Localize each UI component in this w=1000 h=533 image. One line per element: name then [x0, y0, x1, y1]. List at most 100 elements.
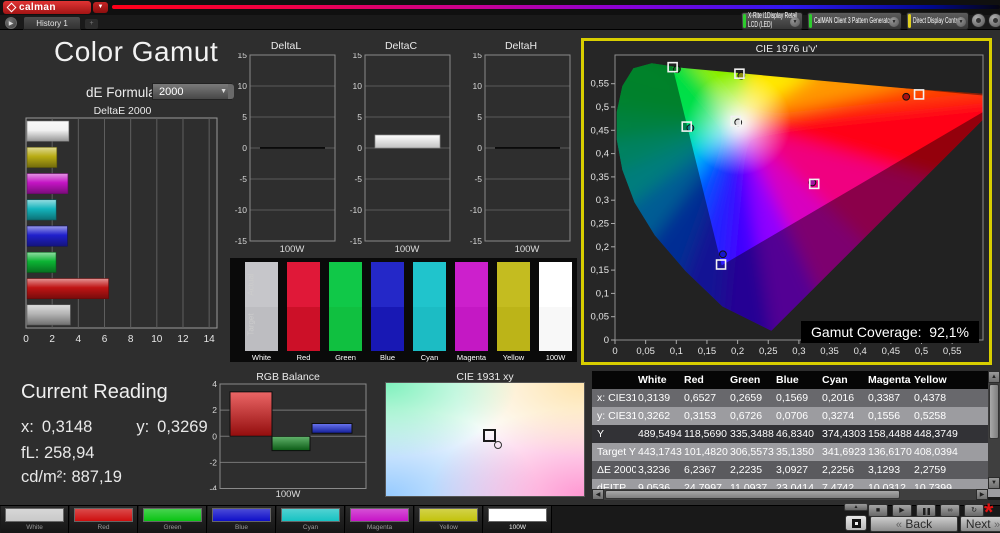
table-cell: 136,6170 — [868, 446, 912, 458]
scroll-down-button[interactable]: ▼ — [988, 477, 1000, 489]
chevron-up-icon: ▲ — [853, 504, 859, 510]
table-row[interactable]: ΔE 2000 3,3236 6,2367 2,2235 3,0927 2,2256 3,1… — [592, 461, 1000, 479]
reading-cdm2: cd/m²: 887,19 — [21, 468, 122, 486]
calman-diamond-icon — [6, 2, 17, 13]
chevron-down-icon[interactable]: ▼ — [956, 17, 966, 27]
chevron-down-icon[interactable]: ▼ — [790, 17, 800, 27]
vertical-scroll-thumb[interactable] — [989, 384, 999, 439]
info-icon — [993, 18, 998, 23]
pattern-color-chip — [212, 508, 271, 522]
meter-button[interactable]: X-Rite i1Display Retail LCD (LED) ▼ — [741, 11, 803, 30]
refresh-icon: ↻ — [971, 507, 977, 514]
deltae-bar-100w — [26, 120, 70, 142]
pattern-button-cyan[interactable]: Cyan — [277, 506, 345, 533]
display-label: Direct Display Control — [913, 15, 961, 25]
table-cell: 46,8340 — [776, 428, 814, 440]
pattern-label: Yellow — [439, 524, 458, 531]
deltaL-title: DeltaL — [270, 40, 302, 52]
de-formula-dropdown[interactable]: 2000 ▼ — [152, 83, 232, 100]
svg-text:0,5: 0,5 — [915, 346, 928, 357]
cie1976-chart: 0 0,05 0,1 0,15 0,2 0,25 0,3 0,35 0,4 0,45 0,5 0,55… — [591, 54, 984, 357]
add-tab-button[interactable]: + — [85, 19, 98, 29]
display-status-accent — [908, 14, 911, 28]
row-label: Y — [597, 428, 605, 440]
cie1931-target-marker — [483, 429, 496, 442]
app-menu-button[interactable]: ▼ — [93, 2, 108, 13]
svg-text:-5: -5 — [239, 174, 247, 184]
current-reading-title: Current Reading — [21, 381, 168, 403]
cie1976-panel[interactable]: CIE 1976 u'v' 0 0,05 0,1 0,15 0,2 0,25 0… — [581, 38, 992, 365]
rgb-balance-xlabel: 100W — [275, 489, 301, 500]
row-label: y: CIE31 — [597, 410, 636, 422]
scroll-up-button[interactable]: ▲ — [988, 371, 1000, 383]
cie1931-chart — [385, 382, 585, 497]
pattern-button-white[interactable]: White — [1, 506, 69, 533]
tab-history-1[interactable]: History 1 — [23, 16, 81, 30]
svg-text:0,55: 0,55 — [943, 346, 962, 357]
pattern-button-blue[interactable]: Blue — [208, 506, 276, 533]
table-cell: 0,2659 — [730, 392, 763, 404]
table-cell: 158,4488 — [868, 428, 912, 440]
chevron-down-icon[interactable]: ▼ — [889, 17, 899, 27]
calman-window: calman ▼ X-Rite i1Display Retail LCD (LED… — [0, 0, 1000, 533]
pattern-button-green[interactable]: Green — [139, 506, 207, 533]
deltaC-chart: 15 10 5 0 -5 -10 -15 — [350, 53, 451, 245]
pattern-button-yellow[interactable]: Yellow — [415, 506, 483, 533]
deltae-bar-cyan — [26, 199, 57, 221]
chevron-right-icon: » — [993, 519, 1000, 531]
deltaL-xlabel: 100W — [279, 244, 305, 255]
svg-text:-15: -15 — [350, 236, 363, 245]
table-cell: 0,5258 — [914, 410, 947, 422]
pattern-window-button[interactable] — [845, 515, 867, 531]
measured-point-blue — [718, 250, 727, 259]
deltaH-xlabel: 100W — [514, 244, 540, 255]
swatch-column-red: Red — [287, 262, 320, 362]
svg-text:0,1: 0,1 — [670, 346, 683, 357]
source-label: CalMAN Client 3 Pattern Generator — [814, 15, 892, 25]
pattern-label: Blue — [234, 524, 248, 531]
table-row[interactable]: Y 489,5494 118,5690 335,3488 46,8340 374,4303… — [592, 425, 1000, 443]
next-button[interactable]: Next » — [960, 516, 1000, 532]
calman-logo[interactable]: calman — [3, 1, 91, 14]
swatch-label: White — [251, 353, 272, 362]
reading-xy: x: 0,3148 y: 0,3269 — [21, 418, 208, 436]
help-button[interactable] — [988, 13, 1000, 28]
pattern-button-magenta[interactable]: Magenta — [346, 506, 414, 533]
table-cell: 0,3387 — [868, 392, 901, 404]
svg-text:0,45: 0,45 — [591, 125, 610, 136]
scroll-left-button[interactable]: ◀ — [592, 489, 604, 500]
pattern-button-red[interactable]: Red — [70, 506, 138, 533]
table-cell: 0,2016 — [822, 392, 855, 404]
display-control-button[interactable]: Direct Display Control ▼ — [906, 12, 969, 30]
pattern-button-100w[interactable]: 100W — [484, 506, 552, 533]
pattern-options-button[interactable]: ▲ — [844, 503, 868, 511]
settings-button[interactable] — [971, 13, 986, 28]
svg-text:15: 15 — [473, 53, 483, 60]
svg-text:6: 6 — [102, 334, 108, 345]
table-cell: 3,3236 — [638, 464, 671, 476]
chevron-down-icon: ▼ — [220, 88, 227, 95]
table-header-row: White Red Green Blue Cyan Magenta Yellow — [592, 371, 1000, 389]
source-button[interactable]: CalMAN Client 3 Pattern Generator ▼ — [807, 12, 902, 30]
swatch-column-cyan: Cyan — [413, 262, 446, 362]
pattern-label: Red — [97, 524, 110, 531]
table-cell: 0,3262 — [638, 410, 671, 422]
swatch-label: 100W — [545, 353, 566, 362]
table-cell: 0,6527 — [684, 392, 717, 404]
deltaL-chart: 15 10 5 0 -5 -10 -15 — [235, 53, 336, 245]
table-cell: 0,0706 — [776, 410, 809, 422]
pattern-color-chip — [350, 508, 409, 522]
session-play-button[interactable]: ▶ — [5, 17, 17, 29]
table-horizontal-scrollbar[interactable]: ◀ ▶ — [592, 489, 988, 500]
pattern-label: 100W — [509, 524, 526, 531]
table-row[interactable]: x: CIE31 0,3139 0,6527 0,2659 0,1569 0,2016 0,… — [592, 389, 1000, 407]
deltae-bar-magenta — [26, 173, 69, 195]
back-button[interactable]: « Back — [870, 516, 958, 532]
table-vertical-scrollbar[interactable]: ▲ ▼ — [988, 371, 1000, 489]
accent-gradient-stripe — [112, 5, 1000, 9]
horizontal-scroll-thumb[interactable] — [605, 490, 900, 499]
table-row[interactable]: Target Y 443,1743 101,4820 306,5573 35,1350 3… — [592, 443, 1000, 461]
pattern-color-chip — [143, 508, 202, 522]
gamut-coverage-readout: Gamut Coverage: 92,1% — [801, 321, 979, 343]
table-row[interactable]: y: CIE31 0,3262 0,3153 0,6726 0,0706 0,3274 0,… — [592, 407, 1000, 425]
